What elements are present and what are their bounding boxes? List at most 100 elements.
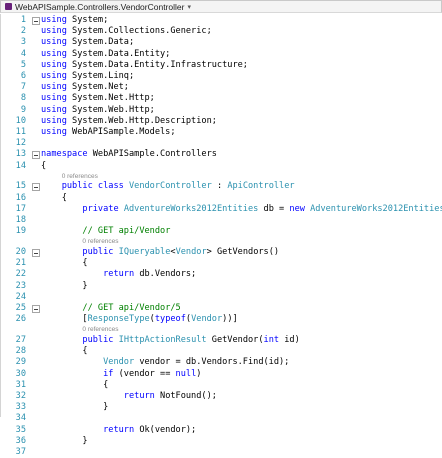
line-number: 15 [15, 181, 26, 192]
line-number: 8 [20, 93, 26, 104]
document-title: WebAPISample.Controllers.VendorControlle… [15, 1, 185, 12]
code-text: public IQueryable<Vendor> GetVendors() [82, 247, 280, 257]
line-number: 36 [15, 435, 26, 446]
chevron-down-icon[interactable]: ▾ [187, 3, 191, 11]
line-number: 23 [15, 280, 26, 291]
codelens-references[interactable]: 0 references [41, 172, 98, 181]
code-text: { [41, 258, 88, 269]
code-text: } [41, 402, 109, 413]
code-line[interactable]: 8 using System.Net.Http; [1, 93, 442, 104]
code-text: // GET api/Vendor/5 [82, 303, 181, 313]
line-number: 26 [15, 314, 26, 325]
code-line[interactable]: 34 [1, 413, 442, 424]
code-line[interactable]: 29 Vendor vendor = db.Vendors.Find(id); [1, 357, 442, 368]
code-text: using System.Linq; [41, 71, 135, 81]
line-number: 18 [15, 215, 26, 225]
code-line[interactable]: 2 using System.Collections.Generic; [1, 26, 442, 37]
code-line[interactable]: 15 public class VendorController : ApiCo… [1, 181, 442, 192]
line-number: 1 [20, 15, 26, 25]
code-line[interactable]: 5 using System.Data.Entity.Infrastructure… [1, 60, 442, 71]
code-line[interactable]: 19 // GET api/Vendor [1, 226, 442, 237]
line-number: 31 [15, 379, 26, 390]
codelens-references[interactable]: 0 references [41, 325, 118, 334]
code-line[interactable]: 18 [1, 215, 442, 226]
code-line[interactable]: 35 return Ok(vendor); [1, 425, 442, 436]
code-text: public IHttpActionResult GetVendor(int i… [82, 335, 300, 345]
code-line[interactable]: 20 public IQueryable<Vendor> GetVendors(… [1, 247, 442, 258]
code-line[interactable]: 14 { [1, 161, 442, 172]
code-line[interactable]: 28 { [1, 346, 442, 357]
code-text: namespace WebAPISample.Controllers [41, 149, 217, 160]
code-line[interactable]: 22 return db.Vendors; [1, 269, 442, 280]
code-line[interactable]: 6 using System.Linq; [1, 71, 442, 82]
code-line[interactable]: 27 public IHttpActionResult GetVendor(in… [1, 335, 442, 346]
line-number: 22 [15, 269, 26, 280]
codelens-references[interactable]: 0 references [41, 237, 118, 246]
line-number: 5 [20, 59, 26, 70]
code-line[interactable]: 10 using System.Web.Http.Description; [1, 116, 442, 127]
code-text: { [41, 192, 67, 203]
code-editor[interactable]: 1 using System; 2 using System.Collections.… [0, 14, 442, 457]
code-text: using System.Net.Http; [41, 93, 155, 104]
code-line[interactable]: 33 } [1, 402, 442, 413]
code-line[interactable]: 13 namespace WebAPISample.Controllers [1, 149, 442, 160]
line-number: 10 [15, 115, 26, 126]
code-text: [ResponseType(typeof(Vendor))] [41, 314, 238, 325]
code-text: private AdventureWorks2012Entities db = … [82, 203, 442, 214]
code-text: return Ok(vendor); [103, 424, 197, 435]
code-text: using System.Web.Http.Description; [41, 115, 217, 126]
code-text: using System; [41, 15, 109, 25]
line-number: 34 [15, 413, 26, 424]
line-number: 29 [15, 357, 26, 368]
code-line[interactable]: 1 using System; [1, 15, 442, 26]
line-number: 19 [15, 226, 26, 237]
code-text: using WebAPISample.Models; [41, 127, 176, 137]
code-text: using System.Net; [41, 82, 129, 93]
code-line[interactable]: 30 if (vendor == null) [1, 369, 442, 380]
code-line[interactable]: 25 // GET api/Vendor/5 [1, 303, 442, 314]
code-line[interactable]: 4 using System.Data.Entity; [1, 49, 442, 60]
line-number: 28 [15, 346, 26, 357]
code-line[interactable]: 37 [1, 447, 442, 458]
collapse-icon[interactable] [32, 151, 40, 160]
collapse-icon[interactable] [32, 17, 40, 25]
code-text: } [41, 435, 88, 446]
line-number: 9 [20, 104, 26, 115]
code-text: Vendor vendor = db.Vendors.Find(id); [103, 357, 290, 368]
code-text: { [41, 160, 47, 171]
code-line[interactable]: 23 } [1, 281, 442, 292]
code-line[interactable]: 32 return NotFound(); [1, 391, 442, 402]
document-tab[interactable]: WebAPISample.Controllers.VendorControlle… [0, 0, 442, 13]
code-line[interactable]: 31 { [1, 380, 442, 391]
code-line[interactable]: 16 { [1, 193, 442, 204]
code-text: using System.Data.Entity.Infrastructure; [41, 59, 248, 70]
code-line[interactable]: 26 [ResponseType(typeof(Vendor))] [1, 314, 442, 325]
code-line[interactable]: 12 [1, 138, 442, 149]
collapse-icon[interactable] [32, 183, 40, 192]
code-line[interactable]: 17 private AdventureWorks2012Entities db… [1, 204, 442, 215]
code-text: public class VendorController : ApiContr… [61, 181, 295, 192]
code-text: // GET api/Vendor [82, 226, 171, 237]
code-line[interactable]: 11 using WebAPISample.Models; [1, 127, 442, 138]
line-number: 20 [15, 247, 26, 257]
code-line[interactable]: 24 [1, 292, 442, 303]
line-number: 4 [20, 48, 26, 59]
line-number: 13 [15, 149, 26, 160]
line-number: 37 [15, 447, 26, 457]
line-number: 3 [20, 37, 26, 48]
code-text: { [41, 379, 109, 390]
code-line[interactable]: 3 using System.Data; [1, 37, 442, 48]
code-text: using System.Data; [41, 37, 135, 48]
collapse-icon[interactable] [32, 249, 40, 257]
collapse-icon[interactable] [32, 305, 40, 313]
code-line[interactable]: 9 using System.Web.Http; [1, 105, 442, 116]
code-text: return db.Vendors; [103, 269, 197, 280]
code-line[interactable]: 7 using System.Net; [1, 82, 442, 93]
line-number: 27 [15, 335, 26, 345]
line-number: 24 [15, 291, 26, 302]
code-text: if (vendor == null) [103, 368, 202, 379]
code-line[interactable]: 21 { [1, 258, 442, 269]
line-number: 33 [15, 402, 26, 413]
code-line[interactable]: 36 } [1, 436, 442, 447]
code-text: return NotFound(); [123, 391, 217, 401]
